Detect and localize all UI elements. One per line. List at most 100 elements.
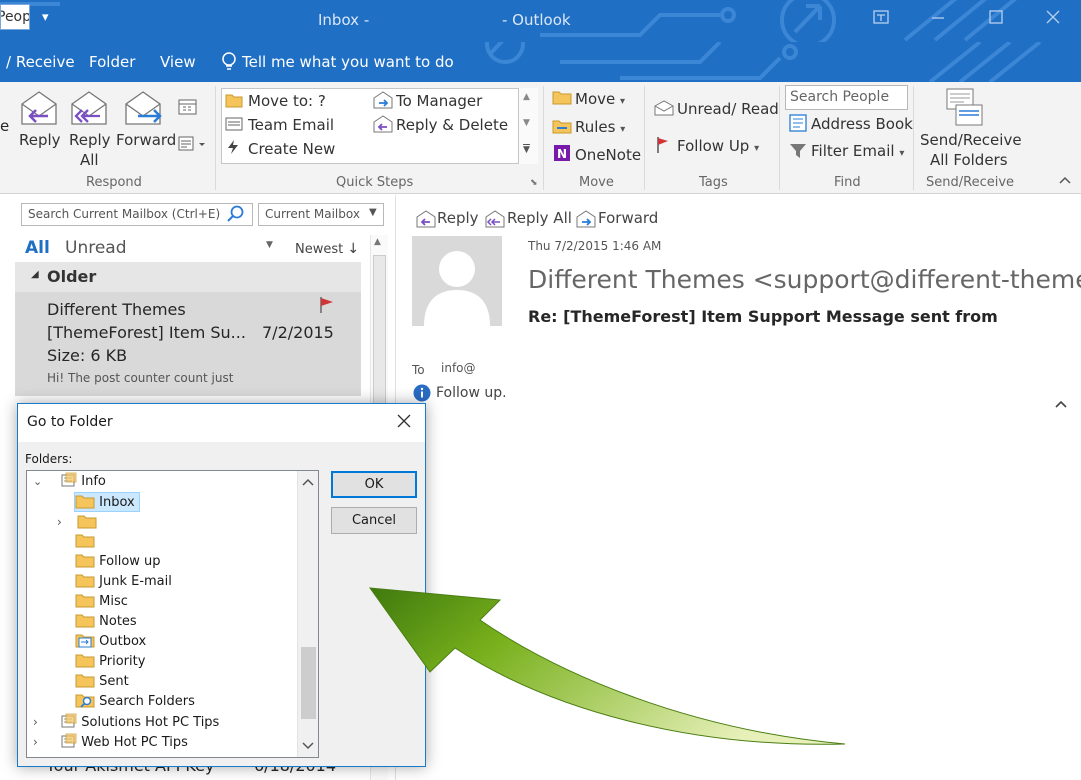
- tree-row-search-folders[interactable]: Search Folders: [75, 692, 195, 712]
- filter-all-tab[interactable]: All: [25, 238, 50, 258]
- tree-label-junk: Junk E-mail: [99, 574, 172, 589]
- close-window-icon[interactable]: [1045, 10, 1061, 28]
- go-to-folder-dialog: Go to Folder Folders: ⌄ Info Inbox › Fol…: [17, 403, 426, 767]
- qat-search-field[interactable]: People: [0, 4, 30, 30]
- reply-small-icon: [416, 210, 436, 232]
- scroll-thumb[interactable]: [301, 647, 316, 719]
- chevron-down-icon: ▾: [620, 96, 626, 107]
- search-people-input[interactable]: Search People: [785, 85, 908, 110]
- tree-label-follow-up: Follow up: [99, 554, 161, 569]
- scroll-up-icon[interactable]: [302, 475, 314, 491]
- tree-row-info[interactable]: ⌄ Info: [33, 472, 106, 492]
- move-button[interactable]: Move ▾: [575, 90, 625, 108]
- reading-reply-all-button[interactable]: Reply All: [507, 209, 572, 227]
- tree-label-priority: Priority: [99, 654, 146, 669]
- filter-email-button[interactable]: Filter Email ▾: [811, 142, 904, 160]
- tree-row-inbox[interactable]: Inbox: [74, 492, 140, 512]
- tree-label-info: Info: [81, 474, 106, 489]
- flag-icon[interactable]: [319, 296, 335, 318]
- chevron-down-icon: ▾: [899, 148, 905, 159]
- tab-folder[interactable]: Folder: [89, 53, 135, 71]
- cancel-button[interactable]: Cancel: [331, 507, 417, 534]
- expand-chevron-icon[interactable]: ›: [33, 712, 47, 732]
- send-receive-all-line2[interactable]: All Folders: [930, 150, 1008, 170]
- qat-customize-icon[interactable]: ▾: [42, 10, 49, 25]
- more-respond-icon[interactable]: [178, 136, 208, 156]
- tell-me-search[interactable]: Tell me what you want to do: [242, 53, 454, 71]
- tree-row-outbox[interactable]: Outbox: [75, 632, 146, 652]
- message-from[interactable]: Different Themes <support@different-them…: [528, 265, 1081, 294]
- quickstep-create-new[interactable]: Create New: [248, 140, 335, 158]
- dialog-launcher-icon[interactable]: ⬊: [530, 178, 538, 188]
- tree-label-notes: Notes: [99, 614, 137, 629]
- tree-row-web[interactable]: › Web Hot PC Tips: [33, 732, 188, 752]
- send-receive-all-line1[interactable]: Send/Receive: [920, 130, 1022, 150]
- filter-dropdown-icon[interactable]: ▼: [266, 240, 273, 250]
- tree-row-follow-up[interactable]: Follow up: [75, 552, 161, 572]
- group-separator: [779, 86, 780, 190]
- filter-unread-tab[interactable]: Unread: [65, 238, 127, 258]
- tree-row-junk[interactable]: Junk E-mail: [75, 572, 172, 592]
- reading-reply-button[interactable]: Reply: [437, 209, 479, 227]
- tree-row-unnamed[interactable]: [75, 532, 95, 552]
- reading-forward-button[interactable]: Forward: [598, 209, 658, 227]
- ok-button[interactable]: OK: [331, 471, 417, 498]
- expand-chevron-icon[interactable]: ⌄: [33, 472, 47, 492]
- folders-label: Folders:: [25, 452, 73, 466]
- to-manager-icon: [373, 91, 393, 113]
- tab-send-receive[interactable]: / Receive: [6, 53, 75, 71]
- to-value[interactable]: info@: [441, 361, 476, 375]
- search-icon[interactable]: [227, 205, 245, 227]
- mailbox-scope-label: Current Mailbox: [265, 207, 360, 221]
- scroll-up-icon[interactable]: ▲: [374, 237, 381, 247]
- list-item-selected[interactable]: Different Themes [ThemeForest] Item Su..…: [15, 292, 361, 396]
- reply-all-button-line1[interactable]: Reply: [69, 130, 111, 150]
- mailbox-scope-dropdown[interactable]: Current Mailbox: [258, 203, 384, 226]
- address-book-button[interactable]: Address Book: [811, 115, 913, 133]
- quick-steps-group-label: Quick Steps: [336, 175, 414, 190]
- folder-tree-scrollbar[interactable]: [297, 471, 318, 757]
- expand-chevron-icon[interactable]: ›: [33, 732, 47, 752]
- expand-chevron-icon[interactable]: ›: [57, 512, 73, 532]
- quickstep-to-manager[interactable]: To Manager: [396, 92, 482, 110]
- sort-newest-button[interactable]: Newest ↓: [295, 241, 359, 257]
- maximize-icon[interactable]: [988, 10, 1004, 28]
- quickstep-reply-delete[interactable]: Reply & Delete: [396, 116, 508, 134]
- quickstep-team-email[interactable]: Team Email: [248, 116, 334, 134]
- mail-size: Size: 6 KB: [47, 346, 128, 365]
- tree-row-misc[interactable]: Misc: [75, 592, 128, 612]
- tree-row-notes[interactable]: Notes: [75, 612, 137, 632]
- send-receive-group-label: Send/Receive: [926, 175, 1015, 190]
- filter-icon: [789, 142, 807, 164]
- person-icon: [424, 251, 490, 326]
- mail-subject: [ThemeForest] Item Su...: [47, 323, 246, 342]
- follow-up-button[interactable]: Follow Up ▾: [677, 137, 759, 155]
- reply-button[interactable]: Reply: [19, 130, 61, 150]
- dialog-close-icon[interactable]: [396, 413, 412, 433]
- rules-button[interactable]: Rules ▾: [575, 118, 625, 136]
- onenote-button[interactable]: OneNote: [575, 146, 641, 164]
- forward-button[interactable]: Forward: [116, 130, 176, 150]
- quick-steps-scroll[interactable]: ▲ ▼ ▼: [518, 88, 538, 164]
- ribbon-display-icon[interactable]: [873, 10, 889, 28]
- reply-all-button-line2[interactable]: All: [80, 150, 99, 170]
- tab-view[interactable]: View: [160, 53, 196, 71]
- mailbox-search-input[interactable]: Search Current Mailbox (Ctrl+E): [21, 203, 253, 226]
- collapse-ribbon-icon[interactable]: [1058, 174, 1072, 189]
- meeting-icon[interactable]: [178, 98, 198, 120]
- send-receive-icon: [946, 87, 984, 131]
- tree-row-priority[interactable]: Priority: [75, 652, 145, 672]
- collapse-triangle-icon[interactable]: ◢: [31, 269, 39, 280]
- chevron-down-icon: ▾: [620, 124, 626, 135]
- tree-row-solutions[interactable]: › Solutions Hot PC Tips: [33, 712, 219, 732]
- quickstep-move-to[interactable]: Move to: ?: [248, 92, 326, 110]
- tree-label-outbox: Outbox: [99, 634, 147, 649]
- unread-read-button[interactable]: Unread/ Read: [677, 100, 779, 118]
- tree-row-unnamed[interactable]: ›: [57, 512, 97, 532]
- scroll-down-icon[interactable]: [302, 739, 314, 755]
- tree-row-sent[interactable]: Sent: [75, 672, 129, 692]
- group-header-older[interactable]: ◢ Older: [15, 262, 361, 292]
- minimize-icon[interactable]: [930, 10, 946, 28]
- collapse-header-icon[interactable]: [1054, 397, 1068, 413]
- message-date: Thu 7/2/2015 1:46 AM: [528, 239, 662, 253]
